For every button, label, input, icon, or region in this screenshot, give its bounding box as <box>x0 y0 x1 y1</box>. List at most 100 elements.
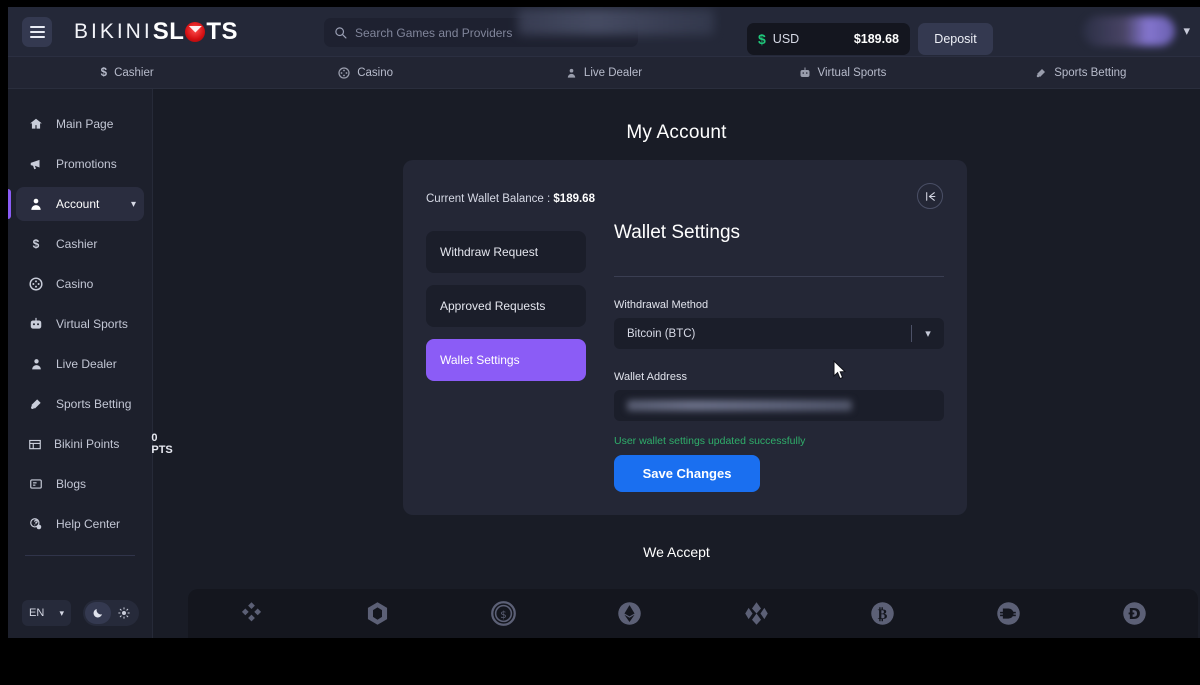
wallet-balance-chip[interactable]: $ USD $189.68 <box>747 23 910 55</box>
sidebar-item-casino[interactable]: Casino <box>16 267 144 301</box>
nav-item-cashier[interactable]: $ Cashier <box>8 67 246 79</box>
sidebar-item-virtual-sports[interactable]: Virtual Sports <box>16 307 144 341</box>
svg-text:₿: ₿ <box>878 606 888 623</box>
sidebar-item-bikini-points[interactable]: Bikini Points 0 PTS <box>16 427 173 461</box>
chevron-down-icon: ▾ <box>130 198 136 210</box>
blog-icon <box>28 477 44 491</box>
sidebar-item-help-center[interactable]: Help Center <box>16 507 144 541</box>
user-menu[interactable]: ▾ <box>1083 16 1190 46</box>
wallet-settings-panel: Wallet Settings Withdrawal Method Bitcoi… <box>614 222 944 492</box>
sports-betting-icon <box>28 397 44 411</box>
sidebar-item-promotions[interactable]: Promotions <box>16 147 144 181</box>
logo-text-bikini: BIKINI <box>74 19 153 43</box>
search-icon <box>335 27 347 39</box>
sidebar-item-main-page[interactable]: Main Page <box>16 107 144 141</box>
svg-text:$: $ <box>500 610 506 621</box>
sidebar-item-label: Cashier <box>56 237 98 251</box>
tab-withdraw-request[interactable]: Withdraw Request <box>426 231 586 273</box>
theme-toggle[interactable] <box>83 600 139 626</box>
sidebar-item-account[interactable]: Account ▾ <box>8 187 144 221</box>
wallet-settings-title: Wallet Settings <box>614 222 741 243</box>
hamburger-icon[interactable] <box>22 16 52 47</box>
account-card: Current Wallet Balance : $189.68 Withdra… <box>403 160 967 515</box>
sidebar-item-label: Main Page <box>56 117 114 131</box>
nav-item-sports-betting[interactable]: Sports Betting <box>962 67 1200 79</box>
wallet-amount: $189.68 <box>853 32 899 46</box>
sidebar-item-label: Sports Betting <box>56 397 132 411</box>
sidebar-item-live-dealer[interactable]: Live Dealer <box>16 347 144 381</box>
binance-coin-icon <box>238 600 265 627</box>
dollar-icon: $ <box>32 237 40 251</box>
withdrawal-method-label: Withdrawal Method <box>614 299 709 311</box>
virtual-sports-icon <box>800 67 809 77</box>
home-icon <box>28 117 44 131</box>
balance-label: Current Wallet Balance : <box>426 193 554 205</box>
dash-icon <box>743 600 770 627</box>
nav-label: Cashier <box>114 66 154 79</box>
tab-wallet-settings[interactable]: Wallet Settings <box>426 339 586 381</box>
deposit-button[interactable]: Deposit <box>918 23 993 55</box>
collapse-left-icon[interactable] <box>917 183 943 209</box>
bitcoin-icon: ₿ <box>869 600 896 627</box>
top-bar: BIKINISL TS $ USD $189.68 Deposit ▾ <box>8 7 1200 57</box>
sidebar-footer: EN ▾ <box>8 600 153 626</box>
casino-chip-icon <box>338 66 350 79</box>
redacted-url-overlay <box>518 9 714 35</box>
nav-label: Sports Betting <box>1054 66 1127 79</box>
nav-label: Casino <box>357 66 394 79</box>
language-value: EN <box>29 607 45 619</box>
dai-icon <box>995 600 1022 627</box>
sidebar-item-label: Live Dealer <box>56 357 117 371</box>
withdrawal-method-select[interactable]: Bitcoin (BTC) ▾ <box>614 318 944 349</box>
wallet-address-label: Wallet Address <box>614 371 687 383</box>
chainlink-icon <box>364 600 391 627</box>
nav-item-virtual-sports[interactable]: Virtual Sports <box>723 67 961 79</box>
balance-value: $189.68 <box>553 193 595 205</box>
site-logo[interactable]: BIKINI SL TS <box>74 18 238 46</box>
sidebar-item-label: Blogs <box>56 477 87 491</box>
nav-item-live-dealer[interactable]: Live Dealer <box>485 67 723 79</box>
dollar-icon: $ <box>758 31 766 47</box>
usd-coin-icon: $ <box>490 600 517 627</box>
sidebar-item-label: Help Center <box>56 517 121 531</box>
points-icon <box>28 437 42 451</box>
tab-approved-requests[interactable]: Approved Requests <box>426 285 586 327</box>
megaphone-icon <box>28 157 44 171</box>
dealer-icon <box>567 68 576 78</box>
left-sidebar: Main Page Promotions Account ▾ $ Cashier… <box>8 89 173 638</box>
user-icon <box>28 197 44 211</box>
redacted-wallet-address <box>627 400 852 411</box>
we-accept-title: We Accept <box>643 544 710 560</box>
casino-chip-icon <box>28 277 44 291</box>
save-changes-button[interactable]: Save Changes <box>614 455 760 492</box>
dealer-icon <box>28 357 44 371</box>
svg-text:Ð: Ð <box>1129 606 1141 623</box>
wallet-balance-line: Current Wallet Balance : $189.68 <box>426 193 595 205</box>
success-message: User wallet settings updated successfull… <box>614 435 806 447</box>
sidebar-item-label: Account <box>56 197 100 211</box>
logo-ball-icon <box>185 21 206 42</box>
main-content: My Account Current Wallet Balance : $189… <box>153 89 1200 638</box>
moon-icon[interactable] <box>85 602 111 624</box>
sidebar-item-cashier[interactable]: $ Cashier <box>16 227 144 261</box>
nav-item-casino[interactable]: Casino <box>246 67 484 79</box>
logo-text-ts: TS <box>206 17 239 45</box>
sidebar-item-label: Virtual Sports <box>56 317 128 331</box>
avatar <box>1083 16 1176 46</box>
chevron-down-icon: ▾ <box>59 607 64 618</box>
account-tabs: Withdraw Request Approved Requests Walle… <box>426 231 586 393</box>
wallet-address-input[interactable] <box>614 390 944 421</box>
chevron-down-icon: ▾ <box>1183 23 1190 38</box>
nav-label: Virtual Sports <box>817 66 887 79</box>
divider <box>614 276 944 277</box>
screenshot-root: BIKINISL TS $ USD $189.68 Deposit ▾ $ Cas… <box>0 0 1200 685</box>
dollar-icon: $ <box>100 66 108 79</box>
wallet-currency: USD <box>772 32 800 46</box>
sun-icon[interactable] <box>111 602 137 624</box>
page-title: My Account <box>626 122 727 143</box>
language-selector[interactable]: EN ▾ <box>22 600 71 626</box>
withdrawal-method-value: Bitcoin (BTC) <box>627 327 696 340</box>
sidebar-item-sports-betting[interactable]: Sports Betting <box>16 387 144 421</box>
sidebar-item-blogs[interactable]: Blogs <box>16 467 144 501</box>
sidebar-item-label: Promotions <box>56 157 117 171</box>
